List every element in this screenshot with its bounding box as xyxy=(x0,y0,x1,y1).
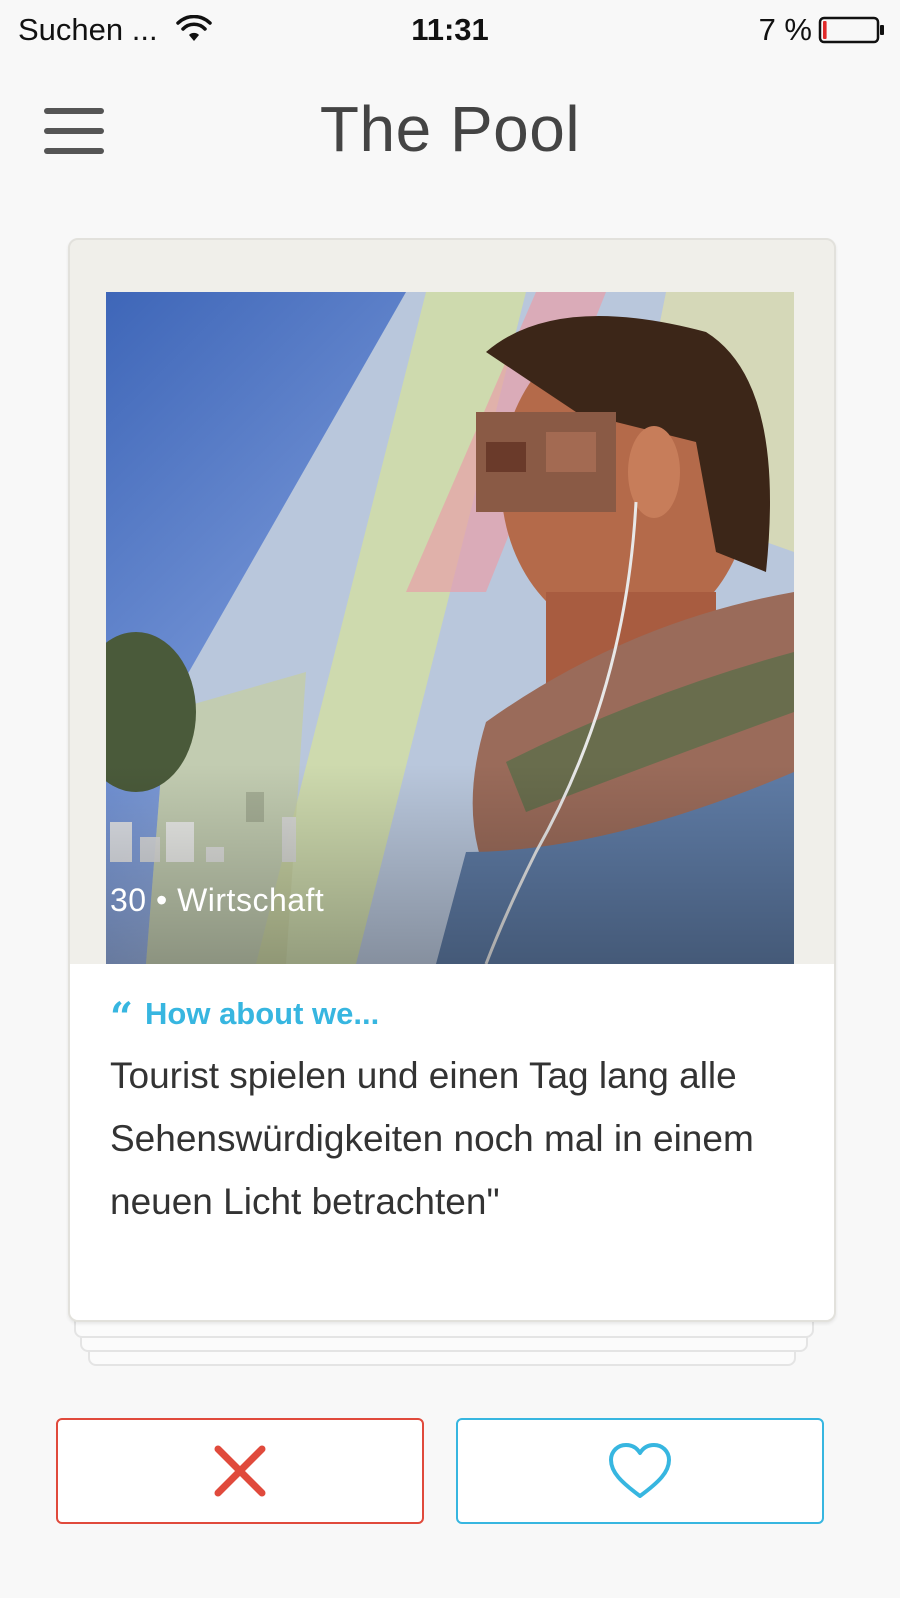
dislike-button[interactable] xyxy=(56,1418,424,1524)
page-title: The Pool xyxy=(319,93,581,165)
prompt-heading: “ How about we... xyxy=(110,994,380,1041)
status-bar: Suchen ... 11:31 7 % xyxy=(0,0,900,58)
quote-icon: “ xyxy=(110,994,134,1041)
close-x-icon xyxy=(214,1445,266,1497)
profile-meta: 30 • Wirtschaft xyxy=(110,882,325,918)
battery-icon xyxy=(818,16,884,44)
profile-card[interactable]: 30 • Wirtschaft “ How about we... Touris… xyxy=(68,238,836,1322)
profile-photo[interactable]: 30 • Wirtschaft xyxy=(106,292,794,964)
prompt-text: Tourist spielen und einen Tag lang alle … xyxy=(110,1055,754,1222)
header: The Pool xyxy=(0,58,900,198)
status-right: 7 % xyxy=(759,12,886,48)
battery-percent: 7 % xyxy=(758,12,812,47)
prompt-heading-text: How about we... xyxy=(145,996,380,1031)
heart-outline-icon xyxy=(609,1443,671,1498)
like-button[interactable] xyxy=(456,1418,824,1524)
photo-overlay xyxy=(106,764,794,964)
